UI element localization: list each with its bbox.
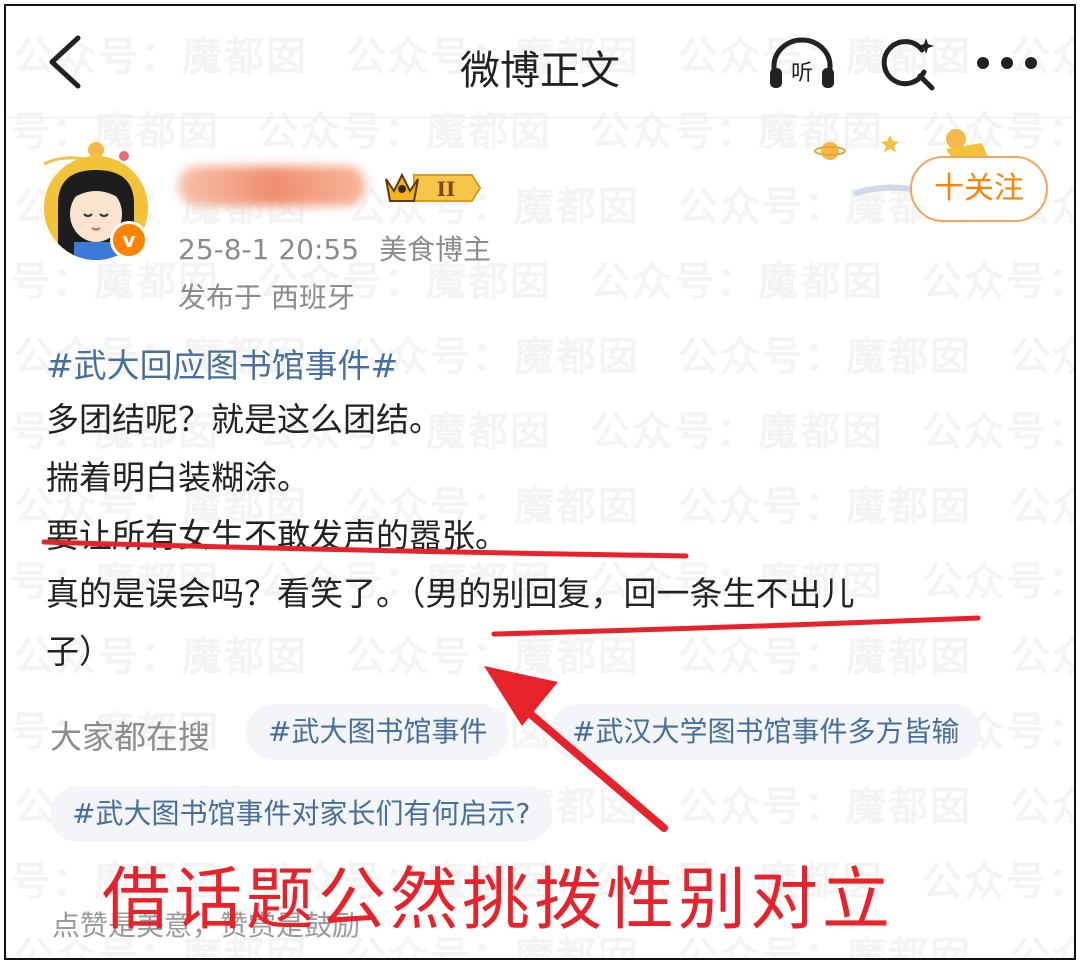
- arrow-head: [484, 666, 558, 726]
- underline-mark: [491, 615, 981, 637]
- screenshot-frame: 公众号：魔都囡公众号：魔都囡公众号：魔都囡公众号：魔都囡公众号：魔都囡公众号：魔…: [4, 4, 1076, 960]
- annotation-layer: [41, 539, 981, 832]
- arrow-shaft: [510, 696, 668, 832]
- annotation-caption: 借话题公然挑拨性别对立: [102, 861, 895, 940]
- underline-mark: [41, 539, 689, 559]
